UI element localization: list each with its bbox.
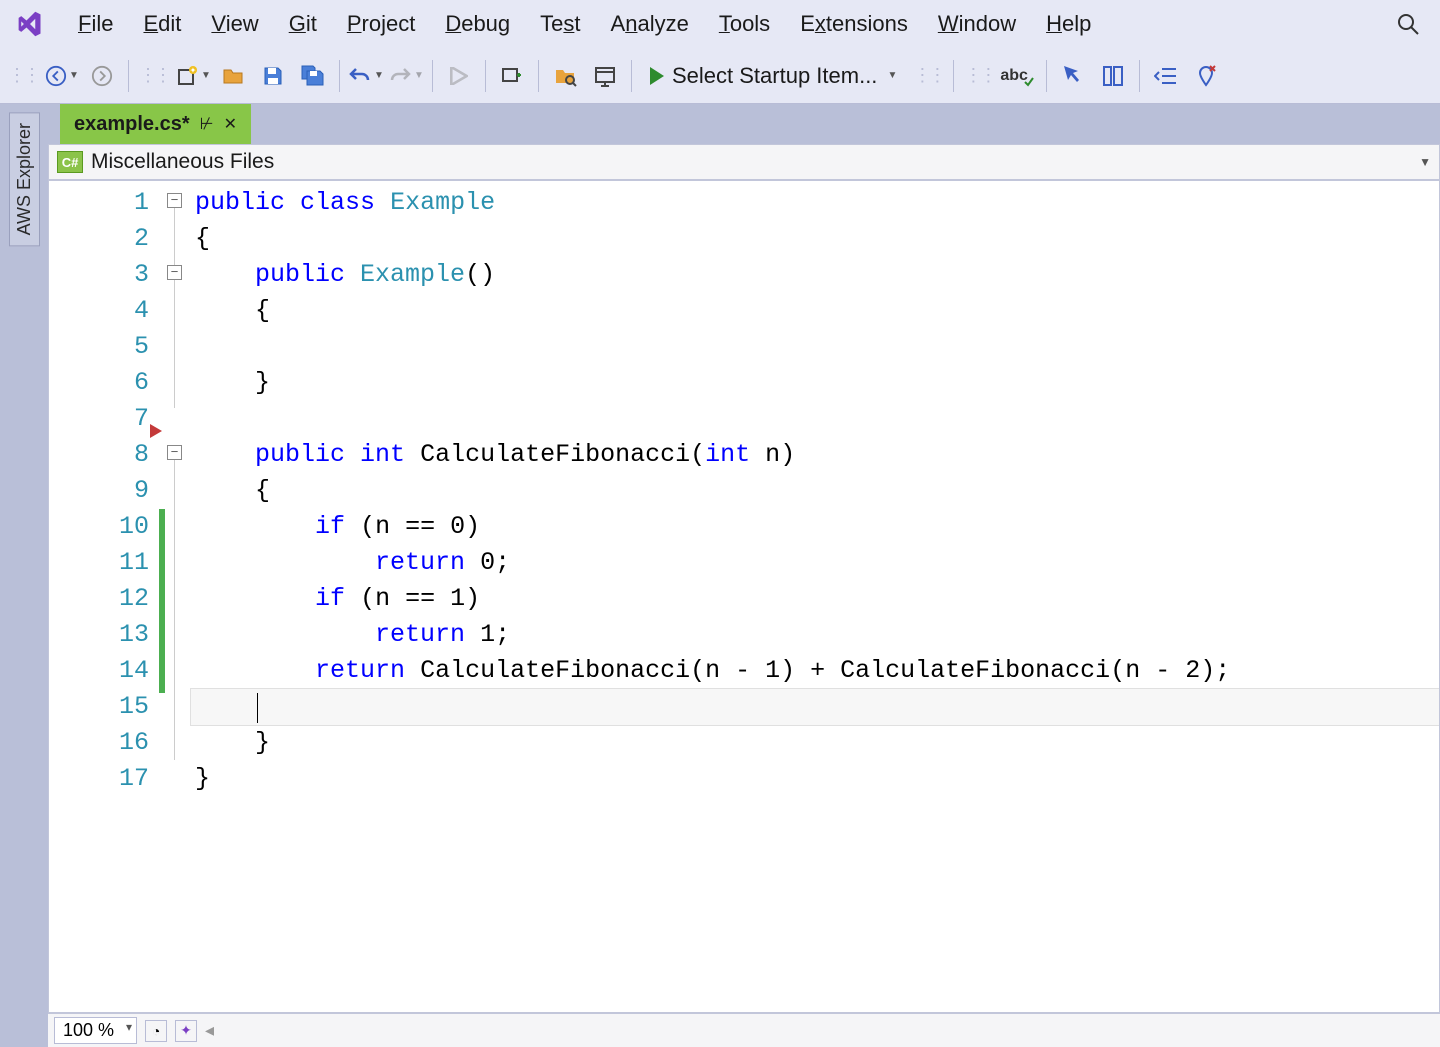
menu-project[interactable]: Project <box>333 5 429 43</box>
fold-toggle-icon[interactable]: − <box>167 193 182 208</box>
start-debugging-button[interactable]: Select Startup Item... ▼ <box>640 56 907 96</box>
file-tab-example[interactable]: example.cs* ⊬ ✕ <box>60 104 251 144</box>
nav-back-button[interactable]: ▼ <box>44 56 80 96</box>
open-file-button[interactable] <box>215 56 251 96</box>
attach-to-process-button[interactable] <box>494 56 530 96</box>
menu-view[interactable]: View <box>197 5 272 43</box>
sidebar: AWS Explorer <box>0 104 48 1047</box>
drag-handle-icon[interactable]: ⋮⋮ <box>911 65 945 86</box>
new-project-button[interactable]: ✦ ▼ <box>175 56 211 96</box>
pin-tab-icon[interactable]: ⊬ <box>200 114 214 134</box>
solution-explorer-button[interactable] <box>1095 56 1131 96</box>
nav-forward-button[interactable] <box>84 56 120 96</box>
menu-help[interactable]: Help <box>1032 5 1105 43</box>
svg-text:✦: ✦ <box>190 66 197 75</box>
search-icon[interactable] <box>1396 12 1420 36</box>
aws-explorer-tab[interactable]: AWS Explorer <box>9 112 40 246</box>
editor-status-bar: 100 % ◔ ✦ ◂ <box>48 1013 1440 1047</box>
menu-edit[interactable]: Edit <box>129 5 195 43</box>
main-toolbar: ⋮⋮ ▼ ⋮⋮ ✦ ▼ ▼ ▼ Selec <box>0 48 1440 104</box>
chevron-left-icon[interactable]: ◂ <box>205 1020 214 1041</box>
tab-strip: example.cs* ⊬ ✕ <box>48 104 1440 144</box>
menu-tools[interactable]: Tools <box>705 5 784 43</box>
menu-git[interactable]: Git <box>275 5 331 43</box>
menu-extensions[interactable]: Extensions <box>786 5 922 43</box>
undo-button[interactable]: ▼ <box>348 56 384 96</box>
line-number-gutter: 1234567891011121314151617 <box>49 181 159 1012</box>
find-in-files-button[interactable] <box>547 56 583 96</box>
code-editor[interactable]: 1234567891011121314151617 − − − public c… <box>48 180 1440 1013</box>
chevron-down-icon[interactable]: ▼ <box>1419 155 1431 169</box>
fold-toggle-icon[interactable]: − <box>167 265 182 280</box>
close-tab-icon[interactable]: ✕ <box>224 114 237 134</box>
menu-analyze[interactable]: Analyze <box>597 5 703 43</box>
menu-file[interactable]: File <box>64 5 127 43</box>
menu-bar: File Edit View Git Project Debug Test An… <box>0 0 1440 48</box>
browser-link-button[interactable] <box>587 56 623 96</box>
outdent-button[interactable] <box>1148 56 1184 96</box>
intellicode-icon[interactable]: ✦ <box>175 1020 197 1042</box>
drag-handle-icon[interactable]: ⋮⋮ <box>6 65 40 86</box>
save-all-button[interactable] <box>295 56 331 96</box>
redo-button[interactable]: ▼ <box>388 56 424 96</box>
file-tab-label: example.cs* <box>74 113 190 136</box>
breakpoint-marker-icon[interactable] <box>149 424 163 438</box>
save-button[interactable] <box>255 56 291 96</box>
cursor-select-button[interactable] <box>1055 56 1091 96</box>
drag-handle-icon[interactable]: ⋮⋮ <box>962 65 996 86</box>
zoom-dropdown[interactable]: 100 % <box>54 1017 137 1044</box>
context-scope: Miscellaneous Files <box>91 150 274 174</box>
fold-column: − − − <box>165 181 191 1012</box>
play-icon <box>650 67 664 85</box>
health-indicator-icon[interactable]: ◔ <box>145 1020 167 1042</box>
spellcheck-button[interactable]: abc <box>1000 56 1038 96</box>
menu-debug[interactable]: Debug <box>431 5 524 43</box>
visual-studio-logo-icon <box>16 10 44 38</box>
csharp-badge-icon: C# <box>57 151 83 173</box>
toggle-bookmark-button[interactable] <box>1188 56 1224 96</box>
start-without-debugging-button[interactable] <box>441 56 477 96</box>
menu-test[interactable]: Test <box>526 5 594 43</box>
code-content[interactable]: public class Example { public Example() … <box>191 181 1439 1012</box>
menu-window[interactable]: Window <box>924 5 1030 43</box>
drag-handle-icon[interactable]: ⋮⋮ <box>137 65 171 86</box>
fold-toggle-icon[interactable]: − <box>167 445 182 460</box>
startup-label: Select Startup Item... <box>672 63 877 89</box>
context-bar[interactable]: C# Miscellaneous Files ▼ <box>48 144 1440 180</box>
